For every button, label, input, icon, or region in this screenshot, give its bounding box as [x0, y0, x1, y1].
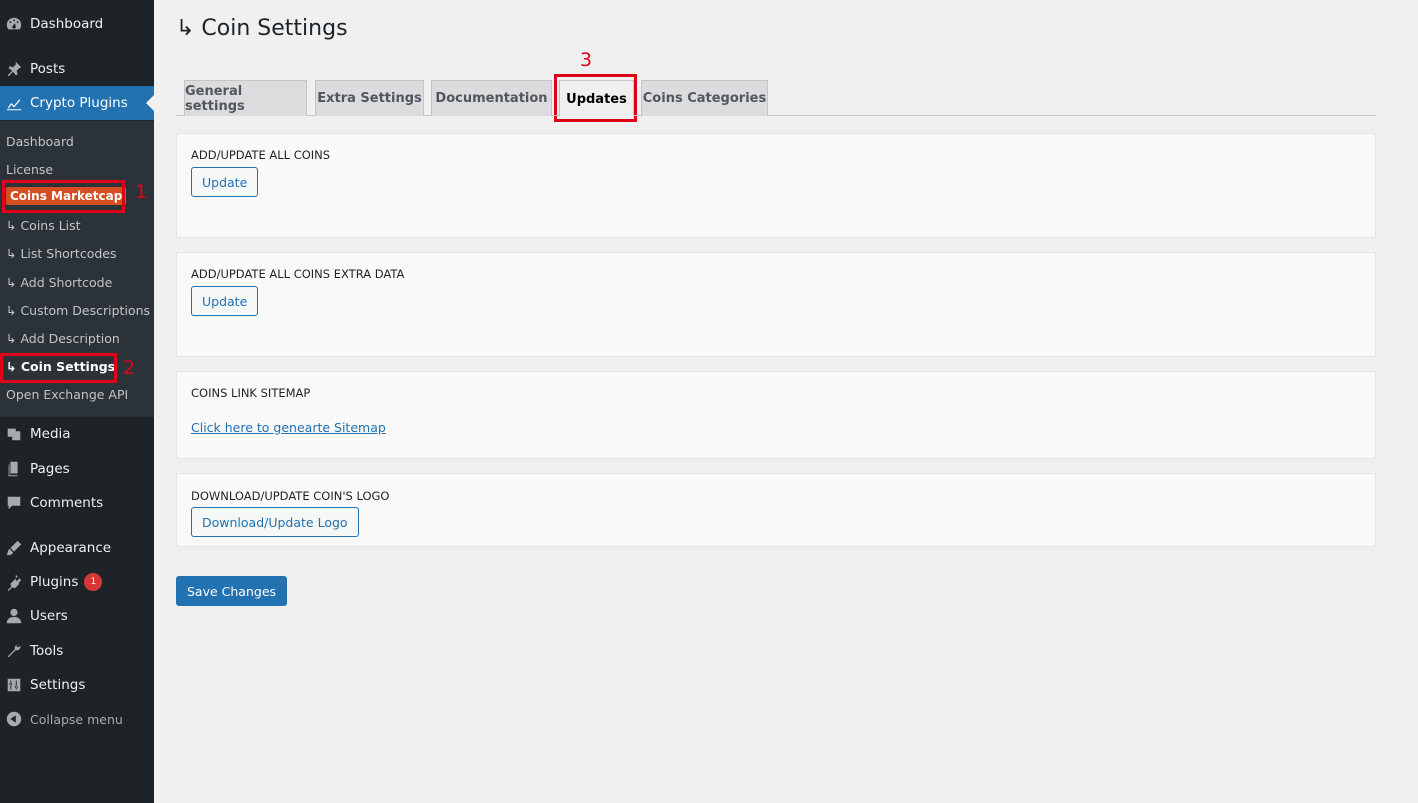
submenu-coins-marketcap[interactable]: Coins Marketcap — [6, 187, 127, 205]
submenu-add-description[interactable]: ↳ Add Description — [6, 331, 120, 346]
submenu-coin-settings[interactable]: ↳ Coin Settings — [6, 359, 115, 374]
menu-dashboard[interactable]: Dashboard — [0, 7, 154, 41]
section-title: ADD/UPDATE ALL COINS — [191, 148, 331, 162]
menu-label: Pages — [30, 461, 70, 477]
dashboard-icon — [3, 13, 25, 35]
menu-posts[interactable]: Posts — [0, 52, 154, 86]
menu-label: Plugins — [30, 574, 79, 590]
collapse-icon — [3, 708, 25, 730]
menu-label: Tools — [30, 643, 64, 659]
menu-appearance[interactable]: Appearance — [0, 531, 154, 565]
brush-icon — [3, 537, 25, 559]
section-title: DOWNLOAD/UPDATE COIN'S LOGO — [191, 489, 390, 503]
menu-crypto-plugins[interactable]: Crypto Plugins — [0, 86, 154, 120]
tab-updates[interactable]: Updates — [559, 80, 634, 117]
section-title: ADD/UPDATE ALL COINS EXTRA DATA — [191, 267, 405, 281]
submenu-label: Coins Marketcap — [6, 187, 127, 205]
menu-label: Dashboard — [30, 16, 104, 32]
active-arrow — [146, 95, 154, 111]
section-logo: DOWNLOAD/UPDATE COIN'S LOGO Download/Upd… — [176, 473, 1376, 547]
chart-icon — [3, 92, 25, 114]
collapse-label: Collapse menu — [30, 711, 123, 727]
pages-icon — [3, 458, 25, 480]
menu-label: Crypto Plugins — [30, 95, 128, 111]
submenu-add-shortcode[interactable]: ↳ Add Shortcode — [6, 275, 112, 290]
menu-label: Users — [30, 608, 68, 624]
submenu-coins-list[interactable]: ↳ Coins List — [6, 218, 81, 233]
tab-documentation[interactable]: Documentation — [431, 80, 552, 116]
generate-sitemap-link[interactable]: Click here to genearte Sitemap — [191, 420, 386, 435]
menu-media[interactable]: Media — [0, 417, 154, 451]
update-count-badge: 1 — [84, 573, 103, 591]
section-title: COINS LINK SITEMAP — [191, 386, 311, 400]
update-extra-data-button[interactable]: Update — [191, 286, 259, 316]
annotation-number-3: 3 — [580, 49, 593, 71]
tab-coins-categories[interactable]: Coins Categories — [641, 80, 768, 116]
section-extra-data: ADD/UPDATE ALL COINS EXTRA DATA Update — [176, 252, 1376, 357]
menu-label: Posts — [30, 61, 66, 77]
user-icon — [3, 605, 25, 627]
submenu-open-exchange-api[interactable]: Open Exchange API — [6, 387, 128, 402]
menu-plugins[interactable]: Plugins 1 — [0, 565, 154, 599]
submenu-custom-descriptions[interactable]: ↳ Custom Descriptions — [6, 303, 150, 318]
section-sitemap: COINS LINK SITEMAP Click here to geneart… — [176, 371, 1376, 459]
pin-icon — [3, 58, 25, 80]
update-all-coins-button[interactable]: Update — [191, 167, 259, 197]
comments-icon — [3, 492, 25, 514]
menu-tools[interactable]: Tools — [0, 634, 154, 668]
submenu-list-shortcodes[interactable]: ↳ List Shortcodes — [6, 246, 116, 261]
settings-tabs: General settings Extra Settings Document… — [176, 80, 1376, 117]
download-logo-button[interactable]: Download/Update Logo — [191, 507, 359, 537]
menu-settings[interactable]: Settings — [0, 668, 154, 702]
settings-icon — [3, 674, 25, 696]
admin-sidebar: Dashboard Posts Crypto Plugins Dashboard… — [0, 0, 154, 803]
wrench-icon — [3, 640, 25, 662]
menu-comments[interactable]: Comments — [0, 486, 154, 520]
save-changes-button[interactable]: Save Changes — [176, 576, 288, 606]
menu-users[interactable]: Users — [0, 599, 154, 633]
page-title: ↳ Coin Settings — [176, 16, 348, 41]
submenu-license[interactable]: License — [6, 162, 53, 177]
tab-general-settings[interactable]: General settings — [184, 80, 307, 116]
annotation-number-2: 2 — [123, 357, 136, 379]
media-icon — [3, 423, 25, 445]
annotation-number-1: 1 — [135, 181, 148, 203]
menu-label: Media — [30, 426, 71, 442]
tab-extra-settings[interactable]: Extra Settings — [315, 80, 424, 116]
plugin-icon — [3, 571, 25, 593]
menu-label: Settings — [30, 677, 86, 693]
menu-pages[interactable]: Pages — [0, 452, 154, 486]
submenu-dashboard[interactable]: Dashboard — [6, 134, 74, 149]
menu-label: Appearance — [30, 540, 112, 556]
collapse-menu-button[interactable]: Collapse menu — [0, 702, 154, 736]
menu-label: Comments — [30, 495, 104, 511]
section-all-coins: ADD/UPDATE ALL COINS Update — [176, 133, 1376, 238]
